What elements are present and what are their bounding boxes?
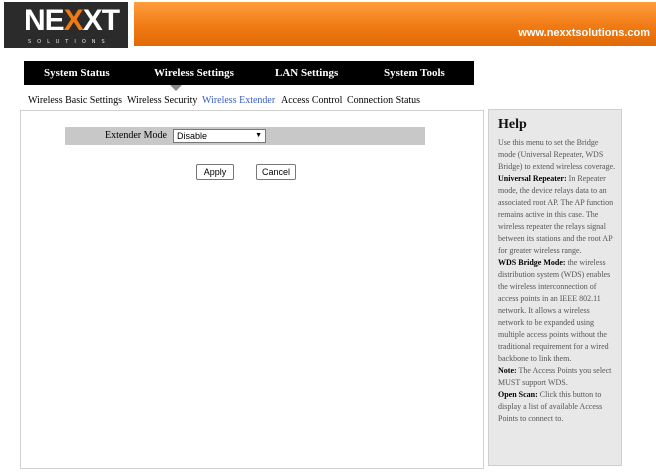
help-title: Help [498,117,527,132]
header: NEXXT SOLUTIONS www.nexxtsolutions.com [0,0,656,48]
help-wds-heading: WDS Bridge Mode: [498,258,566,267]
content-panel: Extender Mode Disable ▼ Apply Cancel [20,110,484,469]
subnav-wireless-basic-settings[interactable]: Wireless Basic Settings [28,94,122,107]
subnav-wireless-security[interactable]: Wireless Security [127,94,197,107]
site-url: www.nexxtsolutions.com [518,27,650,39]
apply-button[interactable]: Apply [196,164,234,180]
help-panel: Help Use this menu to set the Bridge mod… [488,109,622,466]
subnav-connection-status[interactable]: Connection Status [347,94,420,107]
extender-mode-select[interactable]: Disable ▼ [173,129,266,143]
help-repeater-text: In Repeater mode, the device relays data… [498,174,614,255]
help-scan-heading: Open Scan: [498,390,538,399]
logo-wordmark: NEXXT [24,4,120,37]
nav-lan-settings[interactable]: LAN Settings [275,61,338,85]
nexxt-logo: NEXXT SOLUTIONS [4,2,128,48]
nav-wireless-settings[interactable]: Wireless Settings [154,61,234,85]
help-repeater-heading: Universal Repeater: [498,174,567,183]
help-wds-text: the wireless distribution system (WDS) e… [498,258,611,363]
main-nav: System Status Wireless Settings LAN Sett… [24,61,474,85]
nav-system-status[interactable]: System Status [44,61,110,85]
header-banner: www.nexxtsolutions.com [134,2,656,46]
logo-subtitle: SOLUTIONS [28,39,111,45]
active-nav-pointer [170,85,182,91]
extender-mode-row: Extender Mode Disable ▼ [65,127,425,145]
cancel-button[interactable]: Cancel [256,164,296,180]
subnav-wireless-extender[interactable]: Wireless Extender [202,94,275,107]
dropdown-arrow-icon: ▼ [255,132,262,139]
extender-mode-label: Extender Mode [105,130,167,141]
help-note-heading: Note: [498,366,517,375]
subnav-access-control[interactable]: Access Control [281,94,342,107]
help-intro: Use this menu to set the Bridge mode (Un… [498,138,616,171]
extender-mode-value: Disable [177,131,208,141]
help-body: Use this menu to set the Bridge mode (Un… [498,137,616,425]
nav-system-tools[interactable]: System Tools [384,61,445,85]
